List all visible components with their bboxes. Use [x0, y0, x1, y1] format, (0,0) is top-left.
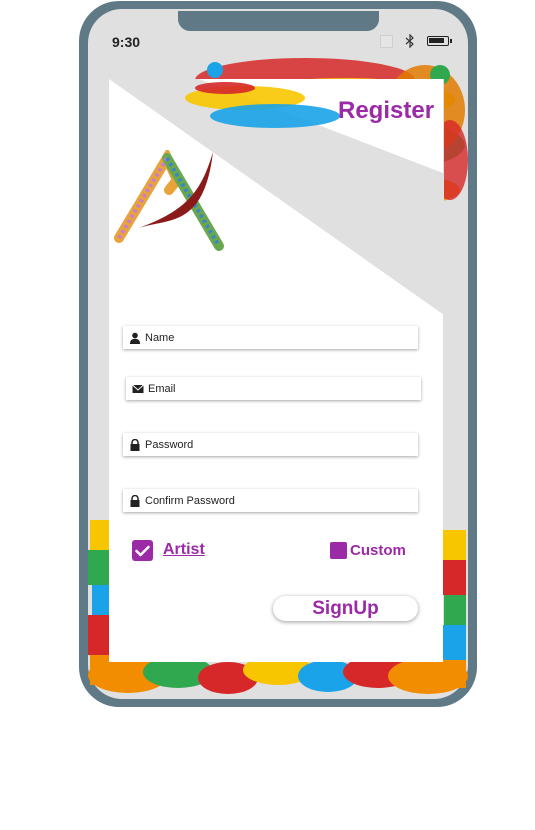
check-icon	[135, 545, 150, 556]
status-time: 9:30	[112, 34, 141, 50]
status-icons	[380, 34, 452, 48]
customer-checkbox[interactable]	[330, 542, 347, 559]
app-logo	[114, 150, 224, 251]
email-field[interactable]: Email	[126, 377, 421, 400]
artist-label[interactable]: Artist	[163, 541, 205, 559]
confirm-password-field[interactable]: Confirm Password	[123, 489, 418, 512]
paint-splash-header-overlay	[185, 82, 340, 128]
bluetooth-icon	[405, 34, 414, 48]
notification-square-icon	[380, 34, 393, 48]
signup-button[interactable]: SignUp	[273, 596, 418, 621]
artist-checkbox[interactable]	[132, 540, 153, 561]
password-field[interactable]: Password	[123, 433, 418, 456]
name-field[interactable]: Name	[123, 326, 418, 349]
battery-icon	[427, 36, 452, 46]
customer-label[interactable]: Customer	[350, 542, 405, 559]
phone-notch	[178, 11, 379, 31]
page-title: Register	[338, 97, 435, 124]
